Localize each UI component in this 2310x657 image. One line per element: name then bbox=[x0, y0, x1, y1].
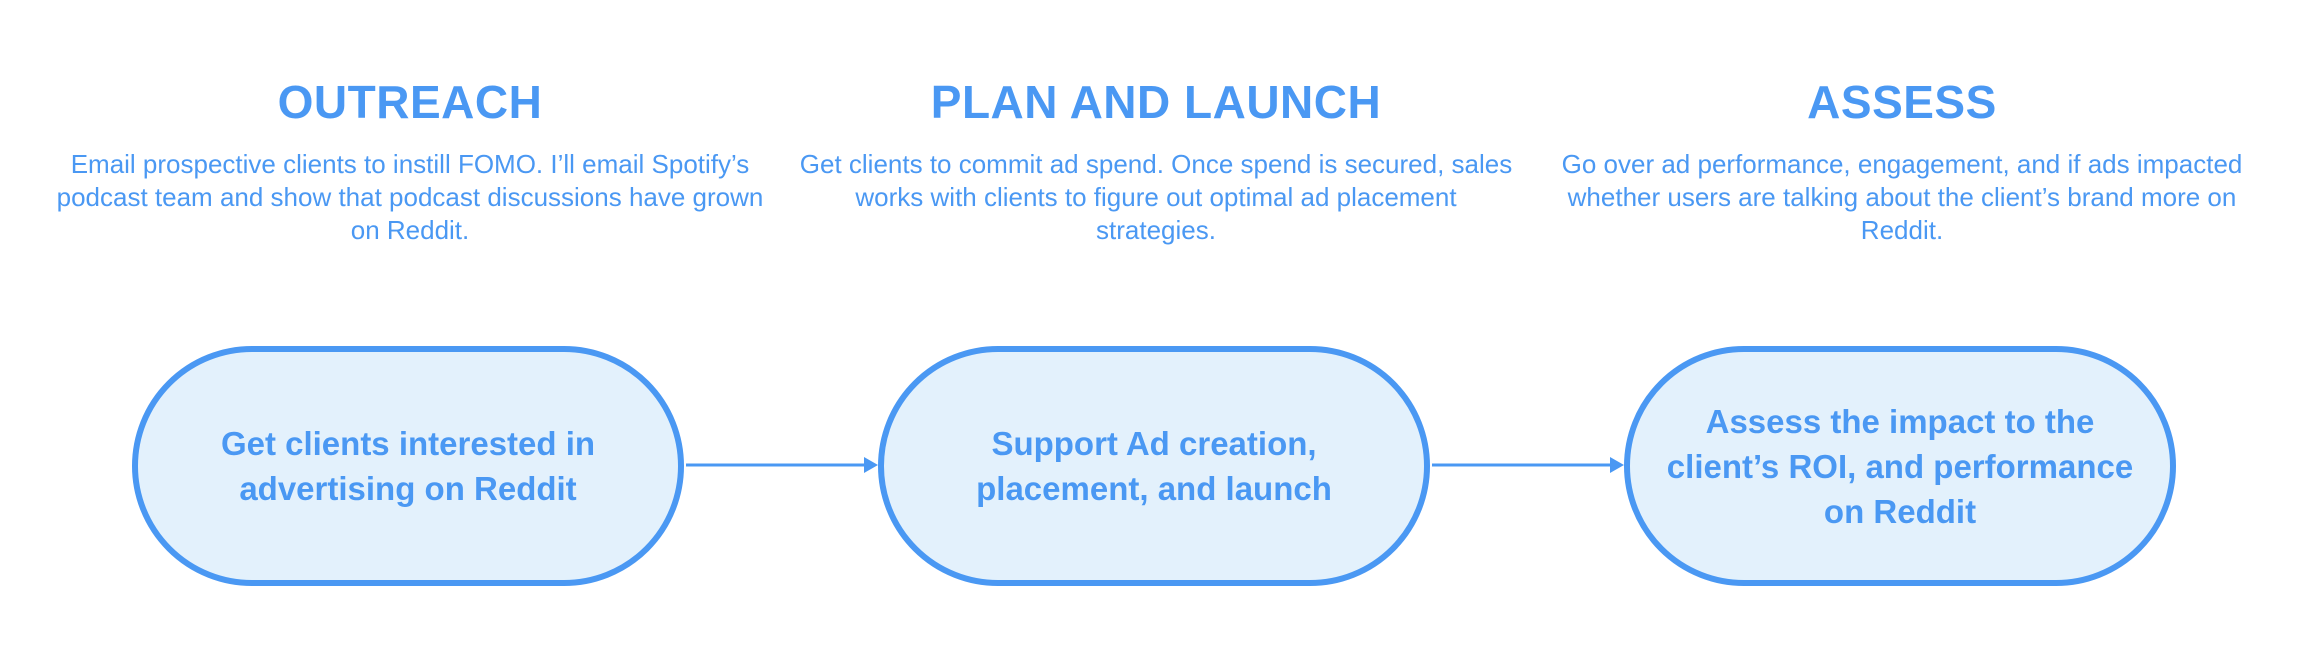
step-node-plan-and-launch: Support Ad creation, placement, and laun… bbox=[878, 346, 1430, 586]
stage-heading-outreach: OUTREACH bbox=[277, 76, 543, 128]
stage-description-assess: Go over ad performance, engagement, and … bbox=[1561, 149, 2243, 245]
stage-heading-assess: ASSESS bbox=[1807, 76, 1997, 128]
stage-description-plan-and-launch: Get clients to commit ad spend. Once spe… bbox=[799, 149, 1513, 245]
step-node-assess: Assess the impact to the client’s ROI, a… bbox=[1624, 346, 2176, 586]
arrow-right-icon bbox=[1432, 450, 1624, 480]
stage-heading-plan-and-launch: PLAN AND LAUNCH bbox=[930, 76, 1382, 128]
step-node-label: Assess the impact to the client’s ROI, a… bbox=[1666, 402, 2134, 530]
step-node-label: Support Ad creation, placement, and laun… bbox=[976, 425, 1332, 507]
step-node-outreach: Get clients interested in advertising on… bbox=[132, 346, 684, 586]
arrow-right-icon bbox=[686, 450, 878, 480]
step-node-label: Get clients interested in advertising on… bbox=[220, 425, 596, 507]
stage-description-outreach: Email prospective clients to instill FOM… bbox=[56, 149, 764, 245]
